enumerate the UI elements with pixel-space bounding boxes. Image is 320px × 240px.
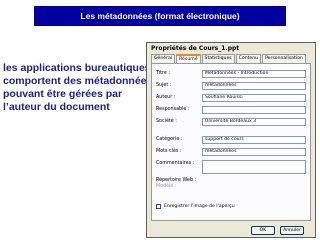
body-line: les applications bureautiques [3, 62, 151, 74]
sujet-field[interactable]: métadonnées [202, 82, 306, 90]
tab-contenu[interactable]: Contenu [235, 54, 262, 63]
tab-resume[interactable]: Résumé [176, 54, 201, 63]
titre-label: Titre : [156, 71, 170, 76]
body-line: pouvant être gérées par [3, 88, 123, 100]
slide-body-text: les applications bureautiques comportent… [3, 62, 155, 114]
mots-cles-field[interactable]: métadonnées [202, 148, 306, 156]
slide-title-bar: Les métadonnées (format électronique) [34, 6, 286, 26]
ok-button[interactable]: OK [251, 226, 275, 235]
tab-statistiques[interactable]: Statistiques [201, 54, 235, 63]
modele-label: Modèle : [156, 184, 177, 189]
responsable-field[interactable] [202, 106, 306, 114]
body-line: l’auteur du document [3, 101, 110, 113]
resume-panel: Titre : Métadonnées - Introduction Sujet… [151, 63, 311, 221]
societe-field[interactable]: Université Bordeaux 3 [202, 118, 306, 126]
dialog-title: Propriétés de Cours_1.ppt [147, 43, 315, 54]
preview-checkbox-row[interactable]: Enregistrer l'image de l'aperçu [156, 204, 235, 209]
cancel-button[interactable]: Annuler [280, 226, 304, 235]
tab-general[interactable]: Général [151, 54, 176, 63]
tab-personnalisation[interactable]: Personnalisation [262, 54, 306, 63]
dialog-tabs: Général Résumé Statistiques Contenu Pers… [151, 54, 307, 63]
commentaires-field[interactable] [202, 160, 306, 174]
responsable-label: Responsable : [156, 107, 190, 112]
preview-checkbox[interactable] [156, 204, 161, 209]
auteur-label: Auteur : [156, 95, 176, 100]
mots-cles-label: Mots clés : [156, 149, 182, 154]
properties-dialog: Propriétés de Cours_1.ppt Général Résumé… [146, 42, 316, 238]
auteur-field[interactable]: Soufiane Rouissi [202, 94, 306, 102]
categorie-label: Catégorie : [156, 137, 183, 142]
societe-label: Société : [156, 119, 177, 124]
body-line: comportent des métadonnées [3, 75, 153, 87]
commentaires-label: Commentaires : [156, 161, 195, 166]
preview-checkbox-label: Enregistrer l'image de l'aperçu [164, 204, 235, 209]
slide-title: Les métadonnées (format électronique) [80, 11, 240, 21]
repertoire-label: Répertoire Web : [156, 178, 197, 183]
categorie-field[interactable]: support de cours [202, 136, 306, 144]
titre-field[interactable]: Métadonnées - Introduction [202, 70, 306, 78]
sujet-label: Sujet : [156, 83, 172, 88]
